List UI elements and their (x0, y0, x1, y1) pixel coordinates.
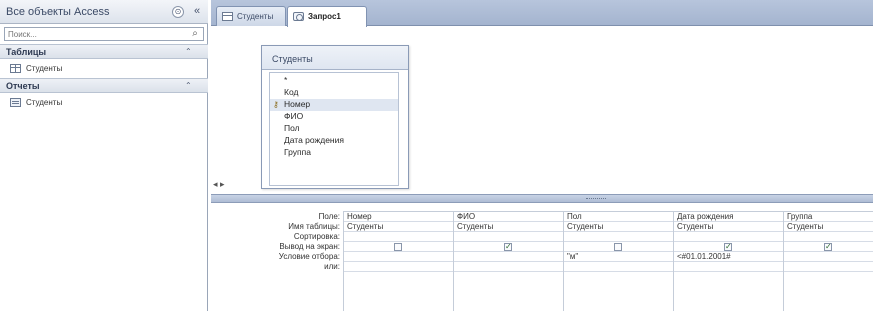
pane-splitter[interactable] (211, 194, 873, 203)
qbe-sort-cell[interactable] (674, 232, 783, 242)
qbe-row-label-table: Имя таблицы: (288, 222, 340, 231)
field-item-key[interactable]: ⚷ Номер (270, 99, 398, 111)
tab-students[interactable]: Студенты (216, 6, 286, 26)
search-input[interactable] (5, 28, 187, 40)
show-checkbox[interactable] (394, 243, 402, 251)
chevron-up-icon[interactable]: ⌃ (185, 81, 192, 90)
qbe-show-cell[interactable] (454, 242, 563, 252)
qbe-criteria-cell[interactable] (454, 252, 563, 262)
qbe-field-cell[interactable]: Группа (784, 212, 873, 222)
qbe-row-label-or: или: (324, 262, 340, 271)
nav-group-tables[interactable]: Таблицы ⌃ (0, 44, 208, 59)
table-window-title-text: Студенты (272, 54, 313, 64)
nav-group-reports[interactable]: Отчеты ⌃ (0, 78, 208, 93)
qbe-show-cell[interactable] (564, 242, 673, 252)
qbe-or-cell[interactable] (674, 262, 783, 272)
show-checkbox[interactable] (824, 242, 832, 251)
field-item[interactable]: ФИО (284, 111, 303, 123)
nav-collapse-icon[interactable]: « (191, 4, 203, 18)
nav-item-label: Студенты (26, 64, 63, 73)
field-item[interactable]: Код (284, 87, 298, 99)
qbe-row-label-criteria: Условие отбора: (278, 252, 340, 261)
nav-group-label: Отчеты (6, 81, 40, 91)
qbe-field-cell[interactable]: ФИО (454, 212, 563, 222)
qbe-row-label-show: Вывод на экран: (279, 242, 340, 251)
qbe-column: ФИО Студенты (453, 212, 563, 311)
qbe-column: Дата рожденияСтуденты <#01.01.2001# (673, 212, 783, 311)
qbe-show-cell[interactable] (784, 242, 873, 252)
field-list: * Код ⚷ Номер ФИО Пол Дата рождения Груп… (269, 72, 399, 186)
field-item[interactable]: Пол (284, 123, 300, 135)
nav-title[interactable]: Все объекты Access (6, 6, 109, 18)
qbe-field-cell[interactable]: Номер (344, 212, 453, 222)
qbe-row-label-sort: Сортировка: (293, 232, 340, 241)
show-checkbox[interactable] (724, 242, 732, 251)
qbe-or-cell[interactable] (564, 262, 673, 272)
qbe-sort-cell[interactable] (454, 232, 563, 242)
nav-item-students-report[interactable]: Студенты (0, 96, 208, 110)
qbe-table-cell[interactable]: Студенты (564, 222, 673, 232)
tab-query1[interactable]: Запрос1 (287, 6, 367, 27)
qbe-table-cell[interactable]: Студенты (784, 222, 873, 232)
table-window-title[interactable]: Студенты (262, 46, 408, 70)
qbe-row-label-field: Поле: (318, 212, 340, 221)
horizontal-scroll-arrows[interactable]: ◂ ▸ (213, 179, 233, 191)
qbe-table-cell[interactable]: Студенты (454, 222, 563, 232)
nav-item-students-table[interactable]: Студенты (0, 62, 208, 76)
table-icon (222, 12, 233, 21)
qbe-column: Пол Студенты "м" (563, 212, 673, 311)
field-item[interactable]: Дата рождения (284, 135, 344, 147)
field-item[interactable]: Группа (284, 147, 311, 159)
qbe-field-cell[interactable]: Пол (564, 212, 673, 222)
report-icon (10, 98, 21, 107)
tab-label: Запрос1 (308, 12, 341, 21)
qbe-field-cell[interactable]: Дата рождения (674, 212, 783, 222)
qbe-criteria-cell[interactable] (784, 252, 873, 262)
table-icon (10, 64, 21, 73)
field-item-label: Номер (284, 99, 311, 109)
splitter-grip-icon[interactable] (586, 198, 606, 200)
qbe-criteria-cell[interactable]: <#01.01.2001# (674, 252, 783, 262)
qbe-table-cell[interactable]: Студенты (344, 222, 453, 232)
qbe-show-cell[interactable] (344, 242, 453, 252)
nav-search-box: ⌕ (4, 27, 204, 41)
qbe-or-cell[interactable] (784, 262, 873, 272)
qbe-criteria-cell[interactable]: "м" (564, 252, 673, 262)
document-tab-bar: Студенты Запрос1 (211, 0, 873, 27)
nav-menu-icon[interactable]: ⊙ (172, 6, 184, 18)
qbe-criteria-cell[interactable] (344, 252, 453, 262)
qbe-show-cell[interactable] (674, 242, 783, 252)
qbe-or-cell[interactable] (344, 262, 453, 272)
qbe-design-grid: Поле: Имя таблицы: Сортировка: Вывод на … (211, 204, 873, 311)
qbe-sort-cell[interactable] (564, 232, 673, 242)
nav-item-label: Студенты (26, 98, 63, 107)
show-checkbox[interactable] (504, 242, 512, 251)
navigation-pane: Все объекты Access ⊙ « ⌕ Таблицы ⌃ Студе… (0, 0, 208, 311)
show-checkbox[interactable] (614, 243, 622, 251)
qbe-table-cell[interactable]: Студенты (674, 222, 783, 232)
search-icon[interactable]: ⌕ (189, 28, 201, 40)
query-icon (293, 12, 304, 21)
nav-group-label: Таблицы (6, 47, 47, 57)
table-field-list-window[interactable]: Студенты * Код ⚷ Номер ФИО Пол Дата рожд… (261, 45, 409, 189)
qbe-or-cell[interactable] (454, 262, 563, 272)
qbe-column: Группа Студенты (783, 212, 873, 311)
qbe-columns: НомерСтудентыФИОСтудентыПолСтуденты"м"Да… (343, 211, 873, 311)
nav-header[interactable]: Все объекты Access ⊙ « (0, 0, 208, 24)
qbe-sort-cell[interactable] (344, 232, 453, 242)
tab-label: Студенты (237, 12, 274, 21)
qbe-column: Номер Студенты (343, 212, 453, 311)
field-item[interactable]: * (284, 75, 287, 87)
chevron-up-icon[interactable]: ⌃ (185, 47, 192, 56)
qbe-sort-cell[interactable] (784, 232, 873, 242)
query-design-upper-pane[interactable]: Студенты * Код ⚷ Номер ФИО Пол Дата рожд… (211, 27, 873, 194)
primary-key-icon: ⚷ (273, 100, 279, 109)
